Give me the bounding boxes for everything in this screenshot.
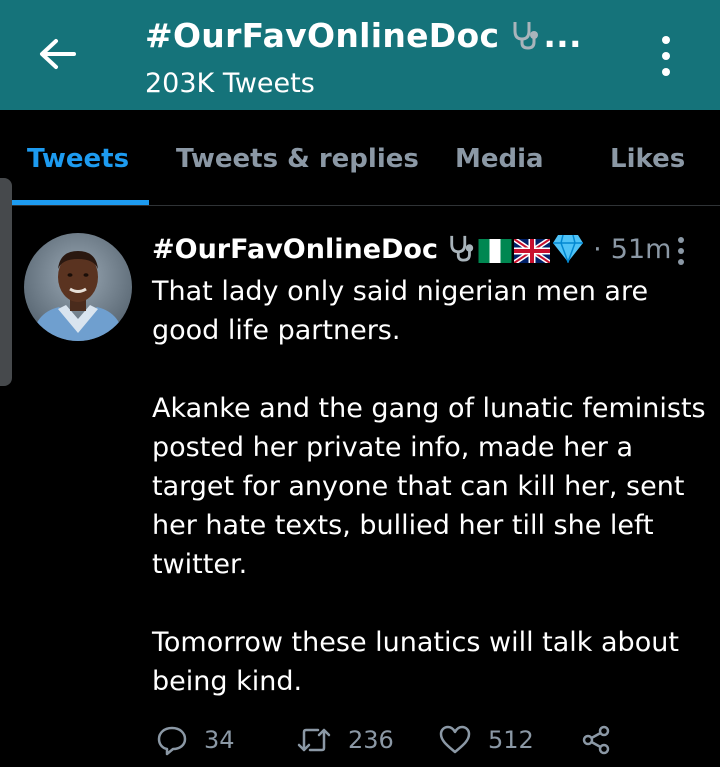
app-header: #OurFavOnlineDoc ... 203K Tweets — [0, 0, 720, 110]
profile-tabs: Tweets Tweets & replies Media Likes — [0, 110, 720, 206]
more-vertical-icon[interactable] — [656, 34, 676, 78]
share-icon — [582, 725, 610, 755]
edge-panel-handle[interactable] — [0, 178, 12, 386]
reply-icon — [157, 726, 187, 756]
nigeria-flag-icon — [478, 239, 512, 263]
tweet-text: That lady only said nigerian men are goo… — [152, 276, 706, 697]
tab-tweets[interactable]: Tweets — [27, 144, 129, 174]
tweet-timestamp[interactable]: 51m — [611, 234, 672, 265]
retweet-count: 236 — [348, 726, 394, 754]
retweet-icon — [297, 728, 331, 752]
tweet-header: #OurFavOnlineDoc · 51m — [152, 233, 671, 269]
avatar[interactable] — [24, 233, 132, 341]
retweet-button[interactable]: 236 — [296, 720, 394, 760]
title-ellipsis: ... — [543, 16, 582, 55]
tab-tweets-and-replies[interactable]: Tweets & replies — [176, 144, 419, 174]
stethoscope-icon — [513, 22, 539, 50]
like-count: 512 — [488, 726, 534, 754]
heart-icon — [439, 725, 471, 754]
name-emojis — [448, 233, 584, 267]
tweet-count: 203K Tweets — [145, 68, 315, 99]
stethoscope-icon — [450, 235, 474, 262]
uk-flag-icon — [512, 236, 552, 266]
gem-icon — [552, 234, 583, 265]
tab-likes[interactable]: Likes — [610, 144, 685, 174]
tab-media[interactable]: Media — [455, 144, 544, 174]
share-button[interactable] — [580, 720, 612, 760]
page-title: #OurFavOnlineDoc ... — [145, 16, 582, 55]
like-button[interactable]: 512 — [438, 720, 534, 760]
tweet-separator: · — [593, 234, 602, 265]
tweet-more-icon[interactable] — [674, 235, 688, 267]
title-text: #OurFavOnlineDoc — [145, 16, 500, 55]
back-arrow-icon[interactable] — [36, 34, 80, 74]
divider — [0, 205, 720, 206]
reply-button[interactable]: 34 — [156, 720, 235, 760]
tweet-actions: 34 236 512 — [152, 720, 712, 760]
tweet-author-name[interactable]: #OurFavOnlineDoc — [152, 234, 438, 265]
avatar-image — [24, 233, 132, 341]
reply-count: 34 — [204, 726, 235, 754]
